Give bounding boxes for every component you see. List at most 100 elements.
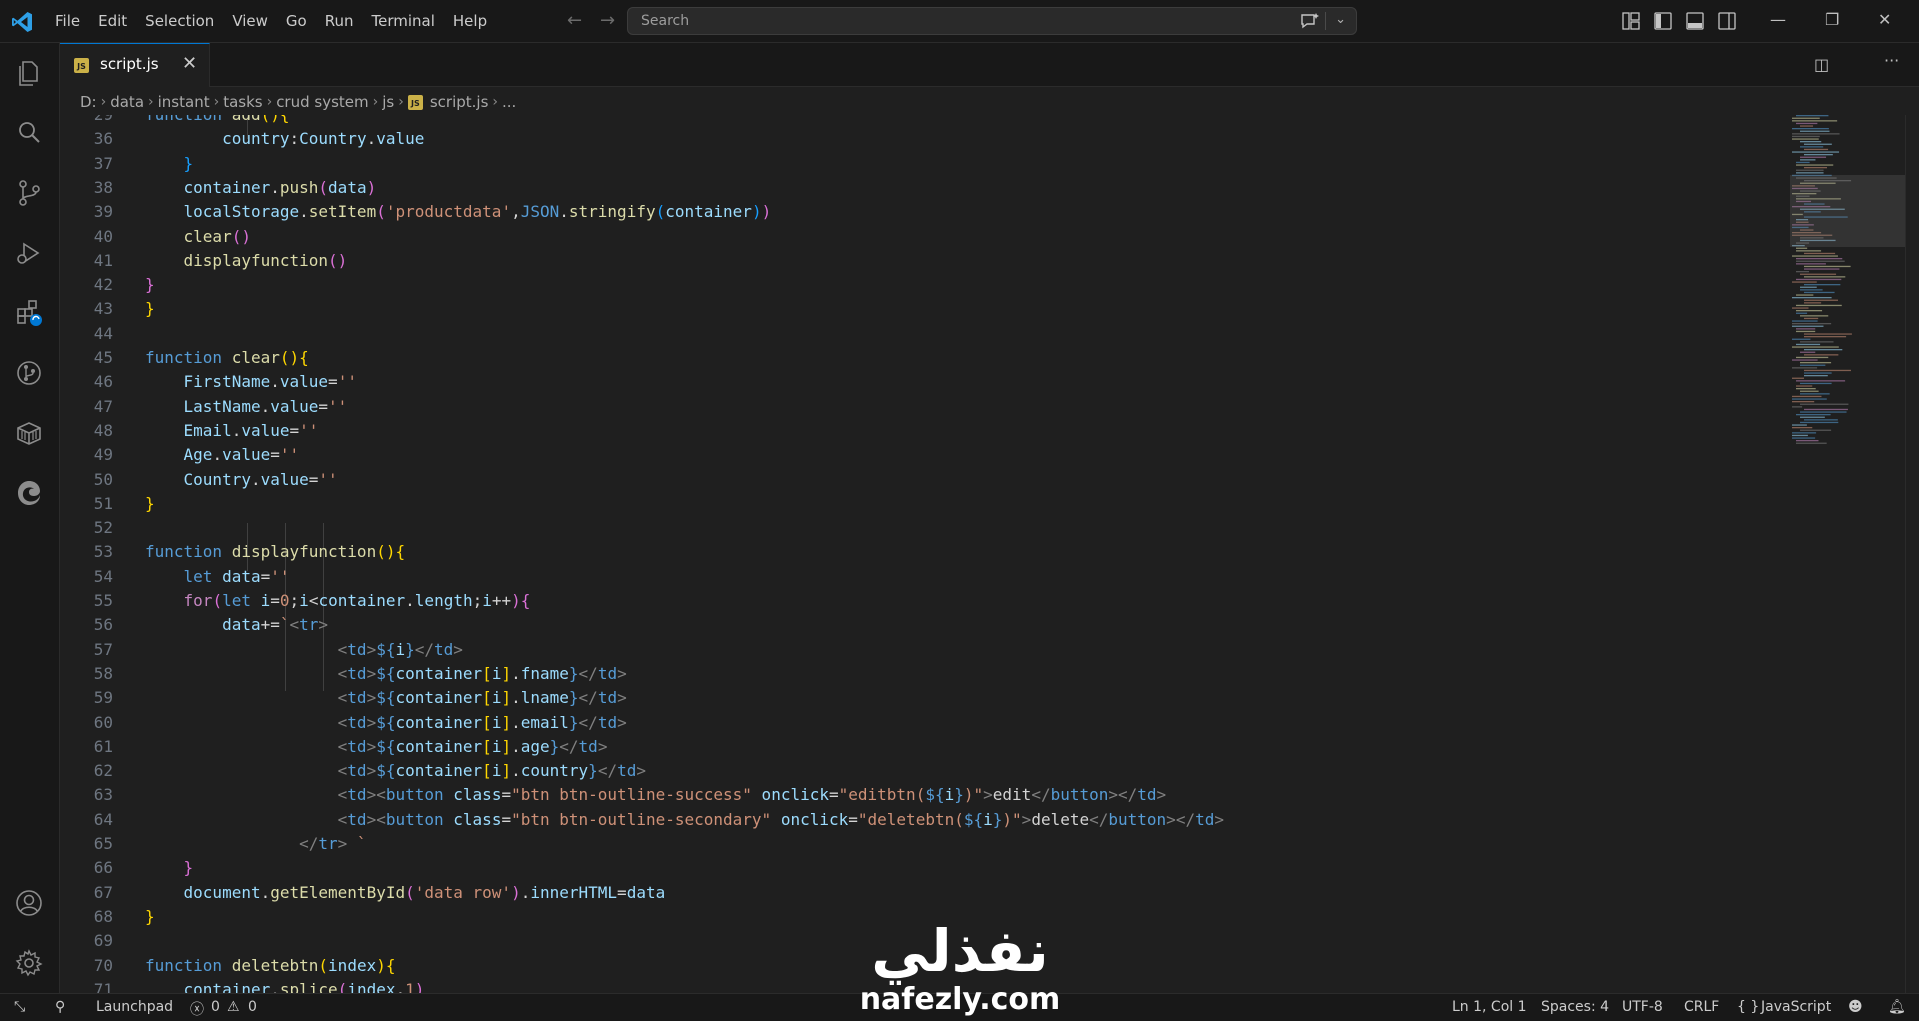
menu-run[interactable]: Run	[316, 0, 363, 43]
code-line[interactable]: 50 Country.value=''	[60, 468, 1760, 492]
launchpad-status[interactable]: Launchpad	[96, 999, 173, 1015]
code-line[interactable]: 41 displayfunction()	[60, 249, 1760, 273]
toggle-secondary-sidebar-icon[interactable]	[1718, 12, 1736, 30]
manage-gear-icon[interactable]	[14, 948, 44, 978]
code-editor[interactable]: 29function add(){36 country:Country.valu…	[60, 115, 1790, 993]
forward-arrow-icon[interactable]: →	[600, 10, 615, 31]
code-line[interactable]: 58 <td>${container[i].fname}</td>	[60, 662, 1760, 686]
menu-edit[interactable]: Edit	[89, 0, 136, 43]
cursor-position[interactable]: Ln 1, Col 1	[1452, 999, 1527, 1015]
vertical-scrollbar[interactable]	[1905, 115, 1919, 993]
back-arrow-icon[interactable]: ←	[567, 10, 582, 31]
code-line[interactable]: 38 container.push(data)	[60, 176, 1760, 200]
code-line[interactable]: 59 <td>${container[i].lname}</td>	[60, 686, 1760, 710]
code-line[interactable]: 62 <td>${container[i].country}</td>	[60, 759, 1760, 783]
code-line[interactable]: 52	[60, 516, 1760, 540]
indentation-status[interactable]: Spaces: 4	[1541, 999, 1609, 1015]
eol-status[interactable]: CRLF	[1684, 999, 1719, 1015]
code-line[interactable]: 45 function clear(){	[60, 346, 1760, 370]
code-line[interactable]: 57 <td>${i}</td>	[60, 638, 1760, 662]
code-line[interactable]: 37 }	[60, 152, 1760, 176]
command-center-search[interactable]: Search ⌄	[627, 7, 1357, 35]
git-graph-icon[interactable]	[14, 358, 44, 388]
breadcrumb-folder-tasks[interactable]: tasks	[223, 93, 262, 111]
toggle-primary-sidebar-icon[interactable]	[1654, 12, 1672, 30]
code-line[interactable]: 39 localStorage.setItem('productdata',JS…	[60, 200, 1760, 224]
remote-explorer-icon[interactable]	[14, 418, 44, 448]
extensions-icon[interactable]	[14, 298, 44, 328]
breadcrumb-folder-instant[interactable]: instant	[158, 93, 210, 111]
code-line[interactable]: 67 document.getElementById('data row').i…	[60, 881, 1760, 905]
code-line[interactable]: 55 for(let i=0;i<container.length;i++){	[60, 589, 1760, 613]
copilot-icon[interactable]: ☻	[1848, 999, 1863, 1015]
code-line[interactable]: 44	[60, 322, 1760, 346]
code-line[interactable]: 36 country:Country.value	[60, 127, 1760, 151]
code-line[interactable]: 61 <td>${container[i].age}</td>	[60, 735, 1760, 759]
code-line[interactable]: 43}	[60, 297, 1760, 321]
code-line[interactable]: 48 Email.value=''	[60, 419, 1760, 443]
encoding-status[interactable]: UTF-8	[1622, 999, 1663, 1015]
breadcrumb-symbol[interactable]: ...	[502, 93, 516, 111]
menu-help[interactable]: Help	[444, 0, 496, 43]
code-line[interactable]: 54 let data=''	[60, 565, 1760, 589]
toggle-panel-icon[interactable]	[1686, 12, 1704, 30]
chevron-down-icon[interactable]: ⌄	[1335, 12, 1346, 27]
code-line[interactable]: 42}	[60, 273, 1760, 297]
close-tab-icon[interactable]: ✕	[182, 53, 197, 74]
language-mode[interactable]: JavaScript	[1761, 999, 1831, 1015]
breadcrumb-file[interactable]: script.js	[430, 93, 489, 111]
vscode-logo-icon[interactable]	[10, 10, 34, 34]
code-line[interactable]: 53 function displayfunction(){	[60, 540, 1760, 564]
explorer-icon[interactable]	[14, 58, 44, 88]
minimap-line	[1792, 437, 1816, 439]
code-line[interactable]: 64 <td><button class="btn btn-outline-se…	[60, 808, 1760, 832]
code-token: >	[366, 663, 377, 683]
search-icon[interactable]	[14, 118, 44, 148]
code-line[interactable]: 65 </tr> `	[60, 832, 1760, 856]
code-line[interactable]: 63 <td><button class="btn btn-outline-su…	[60, 783, 1760, 807]
code-token: edit	[992, 785, 1032, 805]
close-window-button[interactable]: ✕	[1878, 10, 1891, 29]
menu-view[interactable]: View	[223, 0, 277, 43]
breadcrumb-drive[interactable]: D:	[80, 93, 97, 111]
menu-terminal[interactable]: Terminal	[363, 0, 444, 43]
error-count[interactable]: 0	[211, 999, 220, 1015]
tab-script-js[interactable]: JS script.js ✕	[60, 43, 210, 87]
code-text: Email.value=''	[145, 419, 319, 443]
run-debug-icon[interactable]	[14, 238, 44, 268]
minimap-line	[1804, 349, 1843, 351]
code-text: for(let i=0;i<container.length;i++){	[145, 589, 531, 613]
copilot-chat-icon[interactable]	[1300, 12, 1320, 30]
minimize-button[interactable]: —	[1770, 10, 1786, 29]
code-line[interactable]: 66 }	[60, 856, 1760, 880]
code-line[interactable]: 60 <td>${container[i].email}</td>	[60, 711, 1760, 735]
source-control-icon[interactable]	[14, 178, 44, 208]
code-line[interactable]: 47 LastName.value=''	[60, 395, 1760, 419]
split-editor-icon[interactable]: ◫	[1814, 55, 1829, 74]
menu-go[interactable]: Go	[277, 0, 316, 43]
code-line[interactable]: 56 data+=`<tr>	[60, 613, 1760, 637]
code-line[interactable]: 49 Age.value=''	[60, 443, 1760, 467]
minimap-viewport-slider[interactable]	[1790, 175, 1905, 247]
code-line[interactable]: 51}	[60, 492, 1760, 516]
breadcrumb-folder-crud-system[interactable]: crud system	[276, 93, 368, 111]
code-token: >	[1214, 809, 1224, 829]
customize-layout-icon[interactable]	[1622, 12, 1640, 30]
minimap[interactable]	[1790, 115, 1905, 993]
restore-button[interactable]: ❐	[1825, 10, 1839, 29]
more-actions-icon[interactable]: ···	[1884, 51, 1899, 70]
warning-count[interactable]: 0	[248, 999, 257, 1015]
code-line[interactable]: 29 function add(){	[60, 115, 1760, 127]
code-token: value	[279, 372, 329, 392]
menu-selection[interactable]: Selection	[136, 0, 223, 43]
code-line[interactable]: 46 FirstName.value=''	[60, 370, 1760, 394]
remote-indicator-icon[interactable]: ⤡	[14, 999, 25, 1015]
code-token: >	[337, 834, 348, 853]
notifications-bell-icon[interactable]: 🔔︎	[1888, 999, 1906, 1015]
accounts-icon[interactable]	[14, 888, 44, 918]
menu-file[interactable]: File	[46, 0, 89, 43]
breadcrumb-folder-data[interactable]: data	[110, 93, 144, 111]
breadcrumb-folder-js[interactable]: js	[382, 93, 394, 111]
code-line[interactable]: 40 clear()	[60, 225, 1760, 249]
edge-devtools-icon[interactable]	[14, 478, 44, 508]
